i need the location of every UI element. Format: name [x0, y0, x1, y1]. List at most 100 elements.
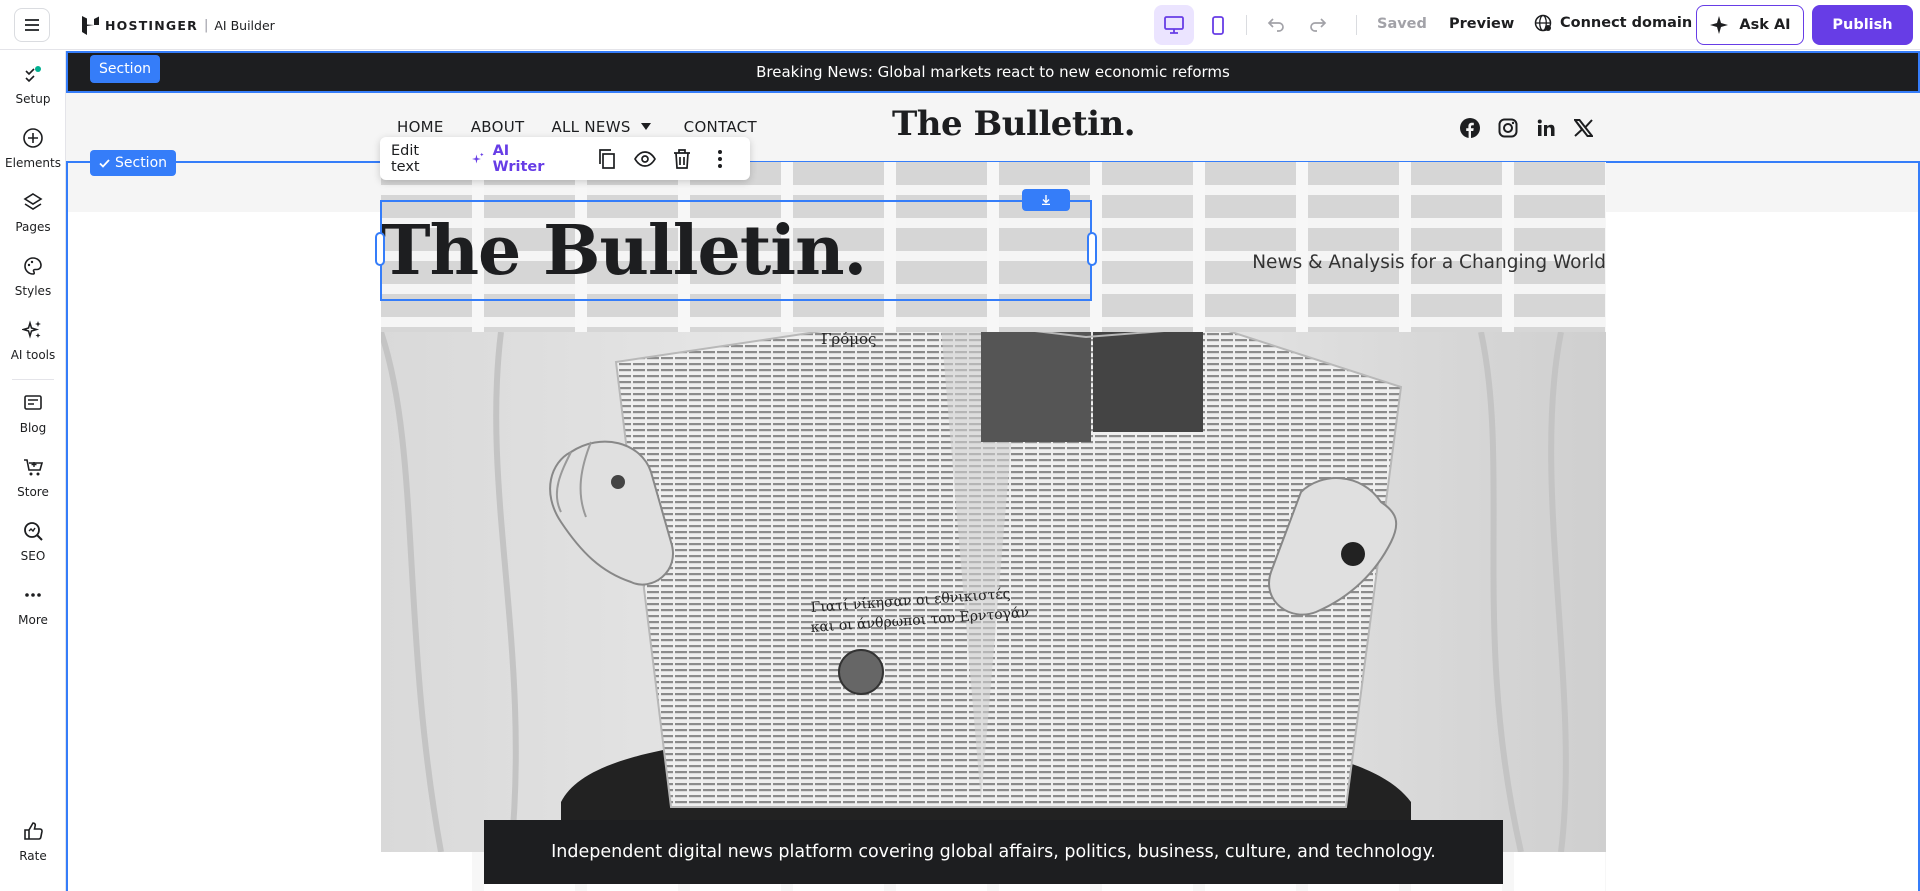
caret-down-icon: [640, 123, 651, 130]
resize-handle-right[interactable]: [1087, 232, 1097, 266]
sidebar-item-label: More: [18, 613, 48, 627]
layers-icon: [23, 193, 43, 210]
sidebar-item-label: Blog: [19, 421, 47, 435]
section-badge-label: Section: [115, 155, 168, 171]
nav-home[interactable]: HOME: [397, 118, 444, 136]
sidebar-item-blog[interactable]: Blog: [0, 392, 66, 435]
publish-button[interactable]: Publish: [1812, 5, 1913, 45]
svg-text:Γρόμος: Γρόμος: [821, 332, 876, 348]
delete-button[interactable]: [663, 148, 701, 169]
resize-handle-left[interactable]: [375, 232, 385, 266]
undo-button[interactable]: [1266, 14, 1286, 34]
desktop-icon: [1164, 16, 1184, 34]
ask-ai-button[interactable]: Ask AI: [1696, 5, 1804, 45]
trash-icon: [674, 148, 691, 169]
move-down-button[interactable]: [1022, 189, 1070, 211]
sidebar-item-ai-tools[interactable]: AI tools: [0, 319, 66, 362]
section-badge-selected[interactable]: Section: [90, 150, 177, 176]
sidebar-item-more[interactable]: More: [0, 584, 66, 627]
sidebar-item-label: Pages: [15, 220, 51, 234]
nav-about[interactable]: ABOUT: [471, 118, 525, 136]
visibility-button[interactable]: [626, 150, 664, 167]
facebook-icon[interactable]: [1460, 118, 1480, 138]
connect-domain-label: Connect domain: [1560, 15, 1693, 31]
sidebar-divider: [12, 379, 54, 380]
ai-sparkle-icon: [1710, 16, 1729, 34]
redo-icon: [1310, 18, 1327, 32]
undo-icon: [1267, 18, 1284, 32]
sidebar-item-label: Rate: [19, 849, 47, 863]
redo-button[interactable]: [1308, 14, 1328, 34]
editor-canvas: Breaking News: Global markets react to n…: [66, 51, 1920, 891]
mobile-view-button[interactable]: [1198, 5, 1238, 45]
logo-separator: |: [203, 18, 209, 33]
plus-circle-icon: [23, 128, 43, 148]
section-badge[interactable]: Section: [90, 55, 161, 83]
desktop-view-button[interactable]: [1154, 5, 1194, 45]
sidebar-item-label: AI tools: [10, 348, 56, 362]
more-icon: [25, 593, 41, 597]
left-sidebar: Setup Elements Pages Styles AI tools Blo…: [0, 51, 66, 891]
product-name: AI Builder: [214, 18, 275, 33]
mobile-icon: [1212, 15, 1224, 35]
setup-icon: [25, 66, 41, 83]
ai-writer-sparkle-icon: [472, 152, 484, 163]
preview-button[interactable]: Preview: [1449, 16, 1514, 32]
saved-status: Saved: [1377, 16, 1427, 32]
seo-icon: [24, 522, 43, 541]
hero-image[interactable]: Γρόμος Γιατί νίκησαν οι εθνικιστές και ο…: [381, 332, 1606, 852]
sidebar-item-pages[interactable]: Pages: [0, 191, 66, 234]
hostinger-logo-icon: [82, 16, 99, 35]
sidebar-item-rate[interactable]: Rate: [0, 820, 66, 863]
cart-icon: [24, 459, 44, 476]
sparkles-icon: [22, 320, 41, 339]
site-nav: HOME ABOUT ALL NEWS CONTACT: [397, 118, 757, 136]
ask-ai-label: Ask AI: [1739, 17, 1791, 33]
hamburger-icon: [25, 19, 39, 31]
sidebar-item-seo[interactable]: SEO: [0, 520, 66, 563]
top-bar: HOSTINGER | AI Builder Saved Preview Con…: [0, 0, 1920, 50]
eye-icon: [633, 150, 656, 167]
breaking-news-text: Breaking News: Global markets react to n…: [756, 63, 1230, 81]
blog-icon: [24, 395, 42, 410]
linkedin-icon[interactable]: [1536, 118, 1556, 138]
sidebar-item-label: Styles: [14, 284, 52, 298]
divider: [1356, 15, 1357, 35]
globe-icon: [1534, 14, 1552, 32]
hostinger-logo[interactable]: HOSTINGER | AI Builder: [82, 16, 275, 35]
newspaper-reader-photo: Γρόμος Γιατί νίκησαν οι εθνικιστές και ο…: [381, 332, 1606, 852]
arrow-down-icon: [1042, 195, 1050, 205]
nav-contact[interactable]: CONTACT: [684, 118, 757, 136]
sidebar-item-setup[interactable]: Setup: [0, 63, 66, 106]
ai-writer-button[interactable]: AI Writer: [472, 143, 558, 175]
sidebar-item-label: Elements: [5, 156, 61, 170]
sidebar-item-styles[interactable]: Styles: [0, 255, 66, 298]
palette-icon: [24, 257, 42, 275]
ai-writer-label: AI Writer: [492, 142, 545, 175]
sidebar-item-label: Setup: [15, 92, 51, 106]
instagram-icon[interactable]: [1498, 118, 1518, 138]
connect-domain-button[interactable]: Connect domain: [1534, 14, 1692, 32]
checkmark-icon: [99, 158, 110, 168]
social-links: [1460, 118, 1593, 138]
sidebar-item-label: SEO: [20, 549, 46, 563]
duplicate-button[interactable]: [588, 148, 626, 169]
hero-tagline[interactable]: News & Analysis for a Changing World: [1252, 252, 1606, 273]
sidebar-item-label: Store: [17, 485, 49, 499]
more-options-button[interactable]: [701, 149, 739, 168]
duplicate-icon: [598, 148, 615, 169]
nav-all-news[interactable]: ALL NEWS: [551, 118, 651, 136]
menu-button[interactable]: [14, 8, 50, 42]
thumbs-up-icon: [24, 822, 43, 840]
element-toolbar: Edit text AI Writer: [380, 137, 750, 180]
breaking-news-bar[interactable]: Breaking News: Global markets react to n…: [66, 51, 1920, 93]
hero-caption[interactable]: Independent digital news platform coveri…: [484, 820, 1503, 884]
sidebar-item-store[interactable]: Store: [0, 456, 66, 499]
x-twitter-icon[interactable]: [1574, 119, 1593, 137]
nav-all-news-label: ALL NEWS: [551, 118, 631, 136]
edit-text-button[interactable]: Edit text: [391, 143, 446, 175]
device-switcher: [1154, 5, 1238, 45]
site-logo[interactable]: The Bulletin.: [892, 104, 1136, 144]
sidebar-item-elements[interactable]: Elements: [0, 127, 66, 170]
divider: [1246, 15, 1247, 35]
